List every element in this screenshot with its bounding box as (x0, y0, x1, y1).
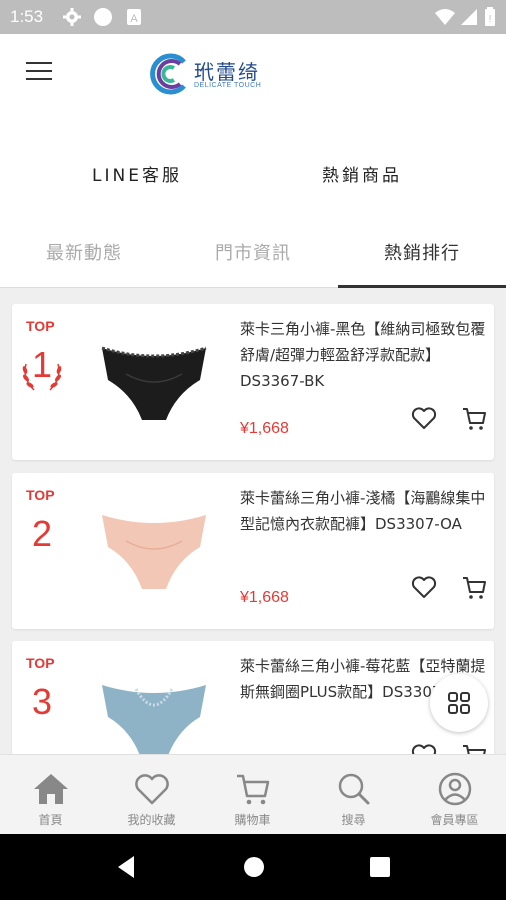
nav-label: 首頁 (38, 813, 63, 827)
product-image (101, 346, 207, 420)
heart-icon (135, 774, 169, 805)
product-name[interactable]: 萊卡三角小褲-黑色【維納司極致包覆舒膚/超彈力輕盈舒浮款配款】DS3367-BK (240, 316, 488, 394)
product-image (102, 515, 206, 589)
nav-label: 購物車 (234, 813, 271, 827)
battery-icon: ! (484, 7, 496, 31)
user-icon (438, 772, 472, 806)
grid-icon (448, 692, 470, 714)
rank-label: TOP (26, 487, 55, 503)
rank-number: 3 (31, 681, 53, 722)
product-card[interactable]: TOP 3 萊卡蕾絲三角小褲-莓花藍【亞特蘭提斯無鋼圈PLUS款配】DS3307 (12, 641, 494, 754)
nav-favorites[interactable]: 我的收藏 (101, 755, 202, 835)
recents-icon[interactable] (368, 854, 392, 880)
rank-label: TOP (26, 318, 55, 334)
hamburger-icon[interactable] (26, 62, 52, 82)
product-list: TOP 1 萊卡三角小褲-黑色【維納司極致包覆舒膚/超彈力輕盈舒浮款配款】DS3… (0, 288, 506, 754)
rank-number: 2 (31, 513, 53, 554)
logo-mark-icon (150, 53, 186, 95)
app-header: 玳蕾绮 DELICATE TOUCH (0, 34, 506, 116)
search-icon (338, 773, 370, 805)
nav-label: 搜尋 (341, 813, 366, 827)
nav-member[interactable]: 會員專區 (404, 755, 505, 835)
product-price: ¥1,668 (240, 589, 289, 606)
grid-menu-button[interactable] (430, 674, 488, 732)
product-card[interactable]: TOP 1 萊卡三角小褲-黑色【維納司極致包覆舒膚/超彈力輕盈舒浮款配款】DS3… (12, 304, 494, 460)
rank-label: TOP (26, 655, 55, 671)
logo-text: 玳蕾绮 (194, 60, 260, 84)
product-image (102, 685, 206, 754)
home-icon (34, 774, 68, 804)
home-circle-icon[interactable] (242, 854, 266, 880)
product-card[interactable]: TOP 2 萊卡蕾絲三角小褲-淺橘【海鸝線集中型記憶內衣款配褲】DS3307-O… (12, 473, 494, 629)
product-price: ¥1,668 (240, 420, 289, 437)
svg-text:!: ! (489, 14, 492, 25)
nav-label: 我的收藏 (127, 813, 176, 827)
a-icon: A (126, 7, 142, 31)
nav-label: 會員專區 (430, 813, 479, 827)
laurel-icon (22, 363, 62, 391)
tab-bar: 最新動態 門市資訊 熱銷排行 (0, 228, 506, 288)
nav-search[interactable]: 搜尋 (303, 755, 404, 835)
wifi-icon (434, 7, 456, 31)
add-to-cart-icon[interactable] (460, 404, 488, 432)
svg-text:A: A (130, 13, 138, 25)
add-to-cart-icon[interactable] (460, 741, 488, 754)
line-service-link[interactable]: LINE客服 (92, 161, 182, 186)
status-bar: 1:53 A ! (0, 0, 506, 34)
tab-best-sellers[interactable]: 熱銷排行 (338, 228, 506, 288)
back-icon[interactable] (114, 854, 138, 880)
hot-products-link[interactable]: 熱銷商品 (322, 161, 402, 186)
favorite-heart-icon[interactable] (410, 741, 438, 754)
bottom-nav: 首頁 我的收藏 購物車 搜尋 會員專區 (0, 754, 506, 834)
logo: 玳蕾绮 DELICATE TOUCH (146, 52, 276, 96)
cart-icon (237, 774, 270, 805)
tab-store-info[interactable]: 門市資訊 (169, 228, 337, 288)
circle-icon (93, 7, 113, 31)
quick-links: LINE客服 熱銷商品 (0, 116, 506, 228)
product-name[interactable]: 萊卡蕾絲三角小褲-淺橘【海鸝線集中型記憶內衣款配褲】DS3307-OA (240, 485, 488, 537)
nav-cart[interactable]: 購物車 (202, 755, 303, 835)
signal-icon (460, 7, 478, 31)
favorite-heart-icon[interactable] (410, 404, 438, 432)
tab-latest-news[interactable]: 最新動態 (0, 228, 168, 288)
nav-home[interactable]: 首頁 (0, 755, 101, 835)
logo-subtitle: DELICATE TOUCH (194, 82, 262, 89)
favorite-heart-icon[interactable] (410, 573, 438, 601)
add-to-cart-icon[interactable] (460, 573, 488, 601)
status-time: 1:53 (10, 7, 44, 26)
gear-icon (62, 7, 82, 31)
system-nav-bar (0, 834, 506, 900)
